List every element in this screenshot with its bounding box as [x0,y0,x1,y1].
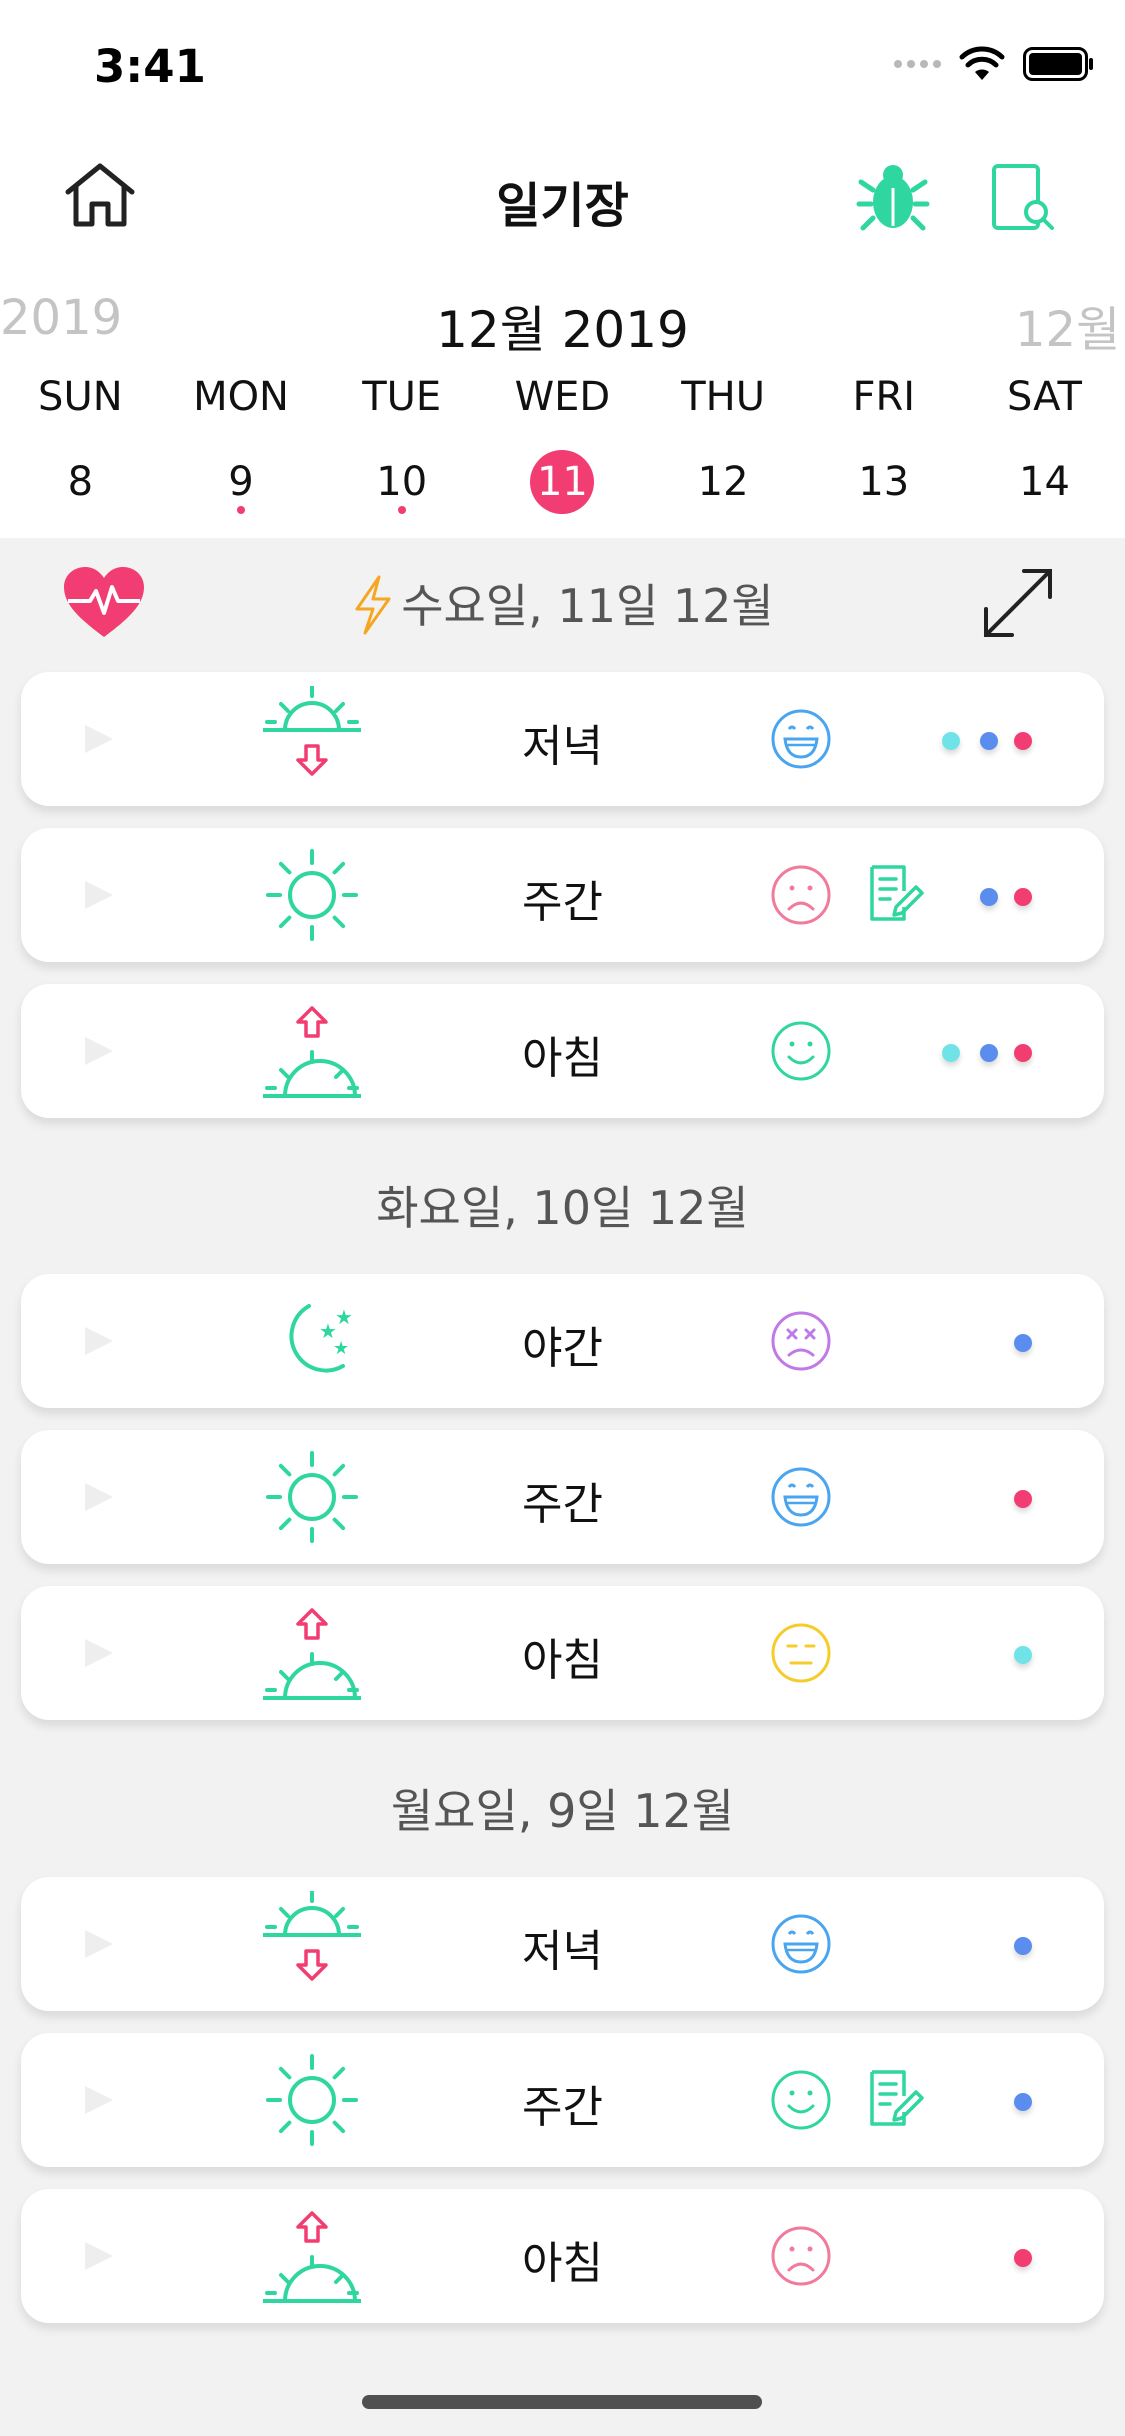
note-icon[interactable] [864,863,926,925]
period-label: 아침 [522,1635,603,1686]
mood-smile-icon [771,2070,831,2130]
day-thu[interactable]: THU 12 [643,372,804,532]
mood-grin-icon [771,709,831,769]
mood-sad-icon [771,2226,831,2286]
diary-entry-card[interactable]: 저녁 [21,672,1104,806]
diary-entry-card[interactable]: 주간 [21,1430,1104,1564]
day-fri[interactable]: FRI 13 [803,372,964,532]
home-indicator[interactable] [362,2395,762,2409]
battery-icon [1023,47,1093,81]
entry-indicator-dot [397,506,406,514]
week-strip: SUN 8 MON 9 TUE 10 WED 11 THU 12 FRI 13 SAT 14 [0,372,1125,532]
document-search-icon[interactable] [988,160,1058,236]
next-month[interactable]: 12월 [1015,290,1120,360]
period-label: 아침 [522,2238,603,2289]
day-date: 10 [376,459,428,505]
day-tue[interactable]: TUE 10 [321,372,482,532]
tag-dot [1014,1334,1032,1352]
diary-entry-card[interactable]: 저녁 [21,1877,1104,2011]
entry-indicator-dot [237,506,246,514]
period-label: 야간 [522,1323,603,1374]
day-date: 14 [1019,459,1070,505]
bug-icon[interactable] [855,160,931,236]
note-icon[interactable] [864,2068,926,2130]
mood-dizzy-icon [771,1311,831,1371]
tag-dot [942,1044,960,1062]
diary-entry-card[interactable]: 주간 [21,2033,1104,2167]
day-name: SUN [38,374,123,420]
tag-dot [1014,1490,1032,1508]
period-label: 저녁 [522,1926,603,1977]
tag-dot [980,888,998,906]
day-name: FRI [852,374,916,420]
section-date: 화요일, 10일 12월 [376,1181,749,1235]
day-name: SAT [1007,374,1082,420]
diary-entry-card[interactable]: 아침 [21,984,1104,1118]
page-title: 일기장 [496,178,629,234]
day-wed[interactable]: WED 11 [482,372,643,532]
tag-dot [1014,732,1032,750]
tag-dot [1014,1646,1032,1664]
mood-sad-icon [771,865,831,925]
mood-grin-icon [771,1467,831,1527]
top-panel: 3:41 일기장 2019 12월 2019 12월 SUN 8 MON 9 T… [0,0,1125,538]
lightning-icon [355,575,391,634]
day-sun[interactable]: SUN 8 [0,372,161,532]
diary-entry-card[interactable]: 주간 [21,828,1104,962]
tag-dot [1014,2093,1032,2111]
mood-neutral-icon [771,1623,831,1683]
diary-entry-card[interactable]: 아침 [21,1586,1104,1720]
tag-dot [1014,888,1032,906]
day-date: 12 [697,459,749,505]
mood-grin-icon [771,1914,831,1974]
diary-entry-card[interactable]: 아침 [21,2189,1104,2323]
day-date: 8 [67,459,94,505]
period-label: 주간 [522,1479,603,1530]
day-mon[interactable]: MON 9 [161,372,322,532]
day-name: THU [681,374,765,420]
tag-dot [942,732,960,750]
wifi-icon [959,46,1005,80]
status-icons [894,46,1095,82]
tag-dot [980,732,998,750]
tag-dot [1014,2249,1032,2267]
month-selector[interactable]: 2019 12월 2019 12월 [0,290,1125,360]
day-sat[interactable]: SAT 14 [964,372,1125,532]
tag-dot [1014,1937,1032,1955]
day-name: MON [193,374,289,420]
diary-entry-card[interactable]: ★ ★ ★ 야간 [21,1274,1104,1408]
section-date: 월요일, 9일 12월 [390,1784,735,1838]
tag-dot [1014,1044,1032,1062]
period-label: 주간 [522,877,603,928]
day-name: TUE [362,374,442,420]
day-name: WED [514,374,611,420]
section-header: 월요일, 9일 12월 [0,1775,1125,1841]
section-date: 수요일, 11일 12월 [401,579,774,633]
mood-smile-icon [771,1021,831,1081]
section-header: 화요일, 10일 12월 [0,1172,1125,1238]
status-time: 3:41 [94,40,206,93]
tag-dot [980,1044,998,1062]
period-label: 주간 [522,2082,603,2133]
section-header: 수요일, 11일 12월 [0,570,1125,636]
day-date: 13 [858,459,910,505]
day-date-selected: 11 [530,450,595,514]
cellular-signal-icon [894,60,941,68]
day-date: 9 [228,459,254,505]
current-month: 12월 2019 [436,301,689,359]
